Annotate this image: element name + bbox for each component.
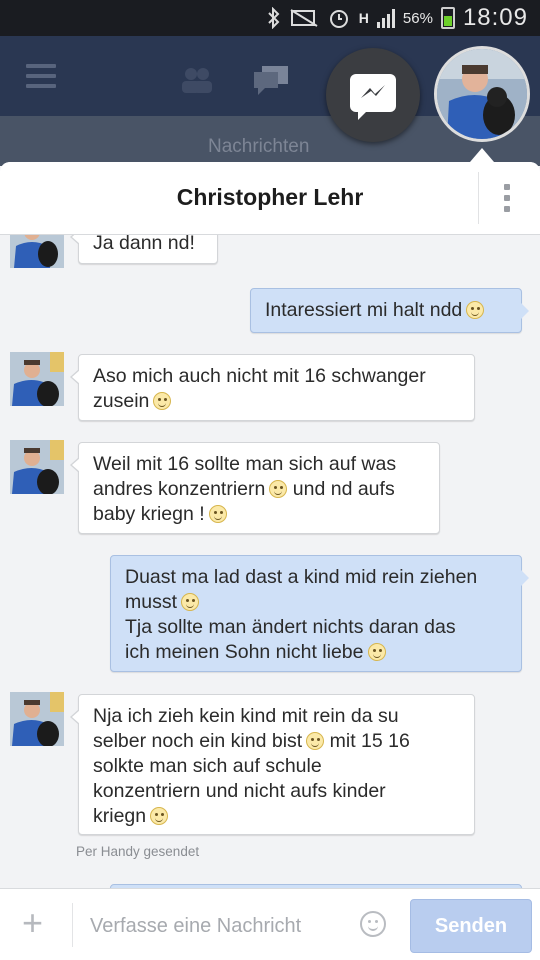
wink-emoji-icon xyxy=(153,392,172,410)
message-text: Tja sollte man ändert nichts daran das xyxy=(125,616,456,638)
sender-avatar xyxy=(10,440,64,494)
wink-emoji-icon xyxy=(208,505,227,523)
message-bubble-incoming: Aso mich auch nicht mit 16 schwanger zus… xyxy=(70,354,475,421)
message-text: kriegn xyxy=(93,804,460,829)
message-text: solkte man sich auf schule xyxy=(93,755,322,777)
message-text: musst xyxy=(125,590,507,615)
message-input[interactable] xyxy=(88,907,352,945)
conversation-title[interactable]: Christopher Lehr xyxy=(0,184,540,211)
contact-avatar xyxy=(437,49,527,139)
wink-emoji-icon xyxy=(181,593,200,611)
overflow-menu-icon[interactable] xyxy=(504,184,514,217)
composer-divider xyxy=(72,903,73,947)
message-bubble-outgoing: Intaressiert mi halt ndd xyxy=(250,288,529,333)
mute-icon xyxy=(290,9,318,27)
alarm-icon xyxy=(329,10,348,28)
message-text: baby kriegn ! xyxy=(93,502,425,527)
message-text: Aso mich auch nicht mit 16 schwanger xyxy=(93,365,426,387)
emoji-picker-icon[interactable] xyxy=(360,911,386,937)
sent-via-label: Per Handy gesendet xyxy=(76,844,200,859)
send-button[interactable]: Senden xyxy=(410,899,532,953)
network-type-label: H xyxy=(358,10,369,26)
friends-icon[interactable] xyxy=(178,66,214,94)
signal-icon xyxy=(376,8,395,28)
chat-head-pointer xyxy=(470,148,494,162)
message-text: andres konzentriern und nd aufs xyxy=(93,478,395,500)
menu-icon[interactable] xyxy=(26,64,56,94)
message-text: konzentriern und nicht aufs kinder xyxy=(93,780,386,802)
message-text: Nja ich zieh kein kind mit rein da su xyxy=(93,705,399,727)
messenger-chat-head[interactable] xyxy=(326,48,420,142)
message-text: Duast ma lad dast a kind mid rein ziehen xyxy=(125,566,478,588)
message-bubble-incoming: Nja ich zieh kein kind mit rein da su se… xyxy=(70,694,475,835)
wink-emoji-icon xyxy=(269,480,288,498)
tab-messages[interactable]: Nachrichten xyxy=(208,136,309,158)
message-text: ich meinen Sohn nicht liebe xyxy=(125,640,507,665)
messages-icon[interactable] xyxy=(252,64,290,96)
battery-icon xyxy=(440,7,455,29)
header-divider xyxy=(478,172,479,224)
message-text: selber noch ein kind bist mit 15 16 xyxy=(93,730,410,752)
sender-avatar xyxy=(10,692,64,746)
messenger-icon xyxy=(350,74,396,120)
wink-emoji-icon xyxy=(306,732,325,750)
add-attachment-icon[interactable]: + xyxy=(22,903,43,943)
message-text: Intaressiert mi halt ndd xyxy=(265,298,507,323)
battery-percent: 56% xyxy=(402,9,433,27)
chat-panel: Ja dann nd! Intaressiert mi halt ndd Aso… xyxy=(0,162,540,960)
status-bar: H 56% 18:09 xyxy=(0,0,540,36)
chat-header: Christopher Lehr xyxy=(0,162,540,235)
contact-chat-head[interactable] xyxy=(434,46,530,142)
bluetooth-icon xyxy=(268,7,280,29)
message-text: Weil mit 16 sollte man sich auf was xyxy=(93,453,397,475)
message-thread[interactable]: Ja dann nd! Intaressiert mi halt ndd Aso… xyxy=(0,162,540,960)
sender-avatar xyxy=(10,352,64,406)
clock: 18:09 xyxy=(462,4,528,31)
wink-emoji-icon xyxy=(150,807,169,825)
message-composer: + Senden xyxy=(0,888,540,960)
message-text: zusein xyxy=(93,389,460,414)
wink-emoji-icon xyxy=(367,643,386,661)
wink-emoji-icon xyxy=(466,301,485,319)
message-bubble-incoming: Weil mit 16 sollte man sich auf was andr… xyxy=(70,442,440,534)
message-bubble-outgoing: Duast ma lad dast a kind mid rein ziehen… xyxy=(110,555,529,672)
